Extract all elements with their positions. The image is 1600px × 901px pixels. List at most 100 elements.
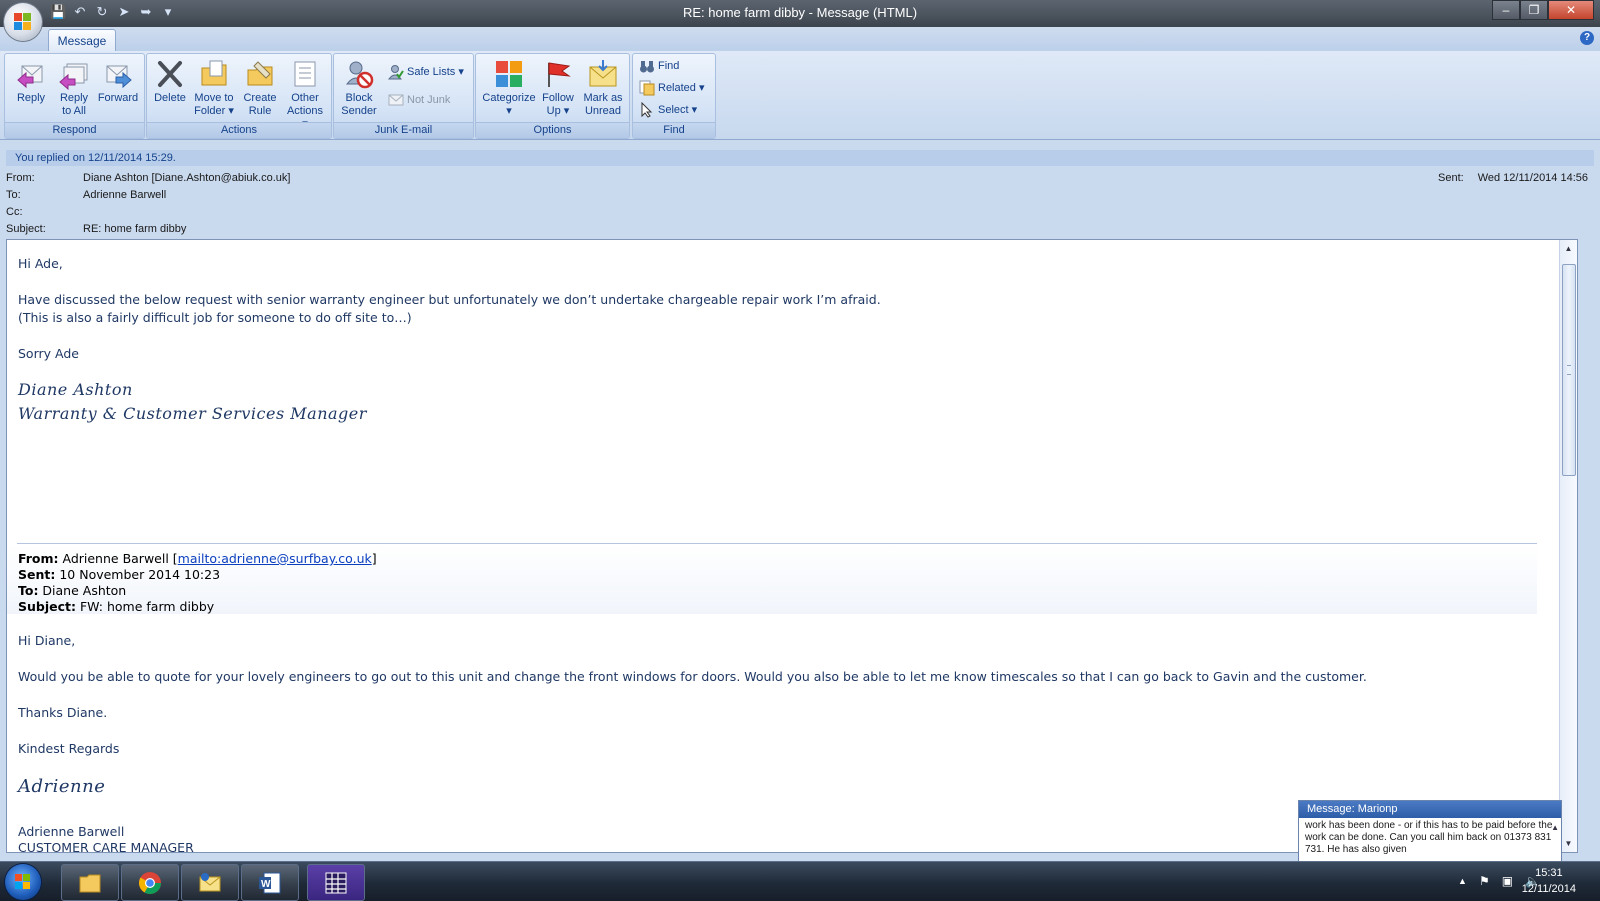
taskbar-outlook[interactable] bbox=[181, 864, 239, 901]
tab-message[interactable]: Message bbox=[48, 29, 116, 52]
create-rule-label-1: Create bbox=[243, 92, 277, 104]
vertical-scrollbar[interactable]: ▲ ▼ bbox=[1559, 240, 1577, 852]
delete-label: Delete bbox=[154, 92, 186, 104]
binoculars-icon bbox=[639, 58, 655, 74]
scrollbar-thumb[interactable] bbox=[1562, 264, 1576, 476]
close-button[interactable]: ✕ bbox=[1548, 0, 1594, 20]
move-label-2: Folder ▾ bbox=[194, 105, 234, 117]
categorize-button[interactable]: Categorize ▾ bbox=[480, 58, 538, 118]
help-icon[interactable]: ? bbox=[1580, 31, 1594, 45]
calendar-icon bbox=[324, 871, 348, 895]
reply-all-button[interactable]: Reply to All bbox=[53, 58, 95, 118]
quoted-to: To: Diane Ashton bbox=[18, 583, 127, 598]
mark-as-unread-button[interactable]: Mark as Unread bbox=[580, 58, 626, 118]
block-sender-button[interactable]: Block Sender bbox=[338, 58, 380, 118]
sorry-line: Sorry Ade bbox=[18, 346, 79, 361]
safe-lists-dropdown-icon: ▾ bbox=[458, 66, 464, 78]
find-button[interactable]: Find bbox=[639, 56, 679, 76]
move-label-1: Move to bbox=[194, 92, 234, 104]
not-junk-button[interactable]: Not Junk bbox=[388, 90, 450, 110]
other-actions-button[interactable]: Other Actions ▾ bbox=[283, 58, 327, 131]
word-icon: W bbox=[258, 871, 282, 895]
greeting: Hi Ade, bbox=[18, 256, 63, 271]
info-bar-text: You replied on 12/11/2014 15:29. bbox=[15, 152, 176, 164]
actions-group-label: Actions bbox=[147, 122, 331, 138]
office-button[interactable] bbox=[4, 3, 42, 41]
network-icon[interactable]: ▣ bbox=[1502, 874, 1513, 888]
restore-button[interactable]: ❐ bbox=[1520, 0, 1548, 20]
safe-lists-icon bbox=[387, 64, 404, 80]
select-dropdown-icon: ▾ bbox=[691, 104, 698, 116]
delete-icon bbox=[154, 58, 186, 90]
scroll-down-icon[interactable]: ▼ bbox=[1562, 837, 1575, 850]
to-label: To: bbox=[6, 189, 21, 201]
explorer-icon bbox=[78, 871, 102, 895]
respond-group-label: Respond bbox=[5, 122, 144, 138]
safe-lists-button[interactable]: Safe Lists ▾ bbox=[387, 62, 464, 82]
other-actions-label-1: Other bbox=[291, 92, 319, 104]
options-group-label: Options bbox=[476, 122, 629, 138]
taskbar-chrome[interactable] bbox=[121, 864, 179, 901]
other-actions-icon bbox=[289, 58, 321, 90]
create-rule-icon bbox=[244, 58, 276, 90]
forward-button[interactable]: Forward bbox=[95, 58, 141, 105]
block-sender-label-1: Block bbox=[345, 92, 373, 104]
sent-row: Sent: Wed 12/11/2014 14:56 bbox=[1438, 172, 1588, 184]
junk-group-label: Junk E-mail bbox=[334, 122, 473, 138]
categorize-icon bbox=[493, 58, 525, 90]
forward-icon bbox=[102, 58, 134, 90]
reply-button[interactable]: Reply bbox=[11, 58, 51, 105]
ribbon: Reply Reply to All Forward Respond Delet… bbox=[0, 51, 1600, 140]
to-value[interactable]: Adrienne Barwell bbox=[83, 189, 166, 201]
taskbar-clock[interactable]: 15:31 12/11/2014 bbox=[1522, 865, 1576, 897]
notification-title: Message: Marionp bbox=[1299, 801, 1561, 818]
follow-up-button[interactable]: Follow Up ▾ bbox=[538, 58, 578, 118]
mark-unread-icon bbox=[587, 58, 619, 90]
quoted-thanks: Thanks Diane. bbox=[18, 705, 108, 720]
from-value[interactable]: Diane Ashton [Diane.Ashton@abiuk.co.uk] bbox=[83, 172, 290, 184]
quoted-greeting: Hi Diane, bbox=[18, 633, 76, 648]
start-button[interactable] bbox=[5, 864, 41, 900]
mark-unread-label-2: Unread bbox=[584, 105, 622, 117]
subject-label: Subject: bbox=[6, 223, 46, 235]
window-title: RE: home farm dibby - Message (HTML) bbox=[682, 5, 918, 20]
reply-all-label-2: to All bbox=[62, 105, 86, 117]
block-sender-label-2: Sender bbox=[341, 105, 377, 117]
related-button[interactable]: Related ▾ bbox=[639, 78, 705, 98]
scroll-up-icon[interactable]: ▲ bbox=[1562, 242, 1575, 255]
message-body[interactable]: Hi Ade, Have discussed the below request… bbox=[6, 239, 1578, 853]
notification-scroll-icon[interactable]: ▲ bbox=[1551, 823, 1559, 832]
actions-group: Delete Move to Folder ▾ Create Rule Othe… bbox=[146, 53, 332, 139]
taskbar-word[interactable]: W bbox=[241, 864, 299, 901]
message-notification[interactable]: Message: Marionp work has been done - or… bbox=[1298, 800, 1562, 862]
block-sender-icon bbox=[343, 58, 375, 90]
tray-expand-icon[interactable]: ▲ bbox=[1458, 874, 1467, 888]
quoted-regards: Kindest Regards bbox=[18, 741, 120, 756]
body-line-1: Have discussed the below request with se… bbox=[18, 292, 881, 307]
clock-date: 12/11/2014 bbox=[1521, 883, 1576, 895]
signature-name: Diane Ashton bbox=[18, 380, 133, 399]
quoted-subject: Subject: FW: home farm dibby bbox=[18, 599, 215, 614]
taskbar: W ▲ ⚑ ▣ 🔈 15:31 12/11/2014 bbox=[0, 861, 1600, 901]
flag-icon bbox=[542, 58, 574, 90]
forward-label: Forward bbox=[97, 92, 139, 104]
move-to-folder-icon bbox=[198, 58, 230, 90]
taskbar-calendar-app[interactable] bbox=[307, 864, 365, 901]
quoted-sent: Sent: 10 November 2014 10:23 bbox=[18, 567, 221, 582]
mailto-link[interactable]: mailto:adrienne@surfbay.co.uk bbox=[178, 551, 372, 566]
select-button[interactable]: Select ▾ bbox=[639, 100, 697, 120]
junk-email-group: Block Sender Safe Lists ▾ Not Junk ⇲ Jun… bbox=[333, 53, 474, 139]
create-rule-label-2: Rule bbox=[248, 105, 272, 117]
quoted-paragraph: Would you be able to quote for your love… bbox=[18, 669, 1367, 684]
minimize-button[interactable]: – bbox=[1492, 0, 1520, 20]
delete-button[interactable]: Delete bbox=[151, 58, 189, 105]
options-group: Categorize ▾ Follow Up ▾ Mark as Unread … bbox=[475, 53, 630, 139]
move-to-folder-button[interactable]: Move to Folder ▾ bbox=[191, 58, 237, 118]
create-rule-button[interactable]: Create Rule bbox=[239, 58, 281, 118]
body-line-2: (This is also a fairly difficult job for… bbox=[18, 310, 412, 325]
taskbar-explorer[interactable] bbox=[61, 864, 119, 901]
info-bar[interactable]: You replied on 12/11/2014 15:29. bbox=[6, 150, 1594, 166]
action-center-flag-icon[interactable]: ⚑ bbox=[1479, 874, 1490, 888]
reply-all-icon bbox=[58, 58, 90, 91]
follow-up-label-1: Follow bbox=[542, 92, 574, 104]
